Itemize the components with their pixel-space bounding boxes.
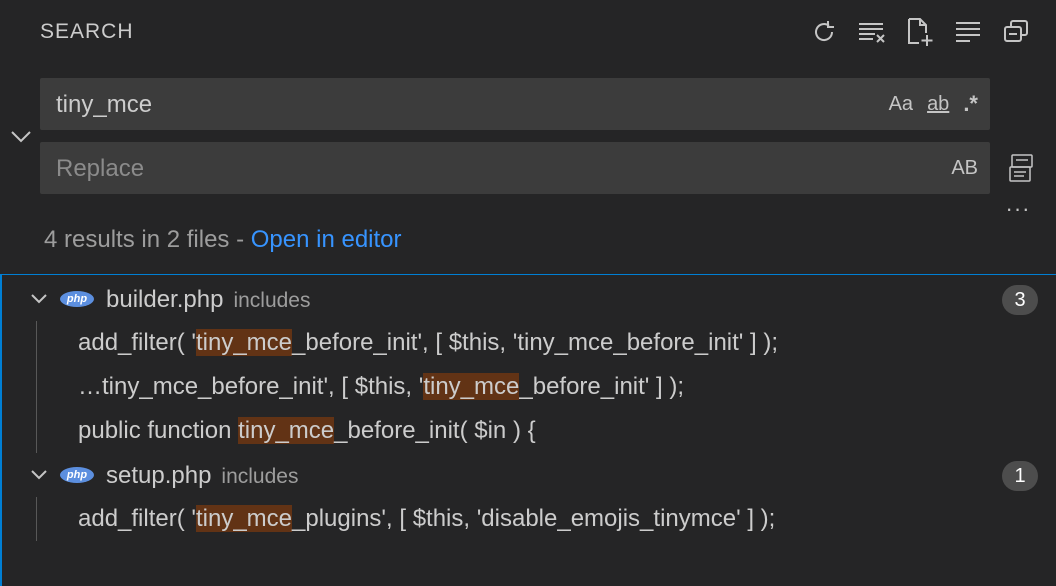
search-header: SEARCH xyxy=(0,0,1056,64)
search-field: Aa ab .* xyxy=(40,78,990,132)
match-pre: public function xyxy=(78,417,239,444)
match-post: _before_init' ] ); xyxy=(519,373,685,400)
search-options: Aa ab .* xyxy=(885,78,982,130)
clear-results-icon[interactable] xyxy=(854,14,890,50)
match-highlight: tiny_mce xyxy=(238,417,335,444)
match-count-badge: 3 xyxy=(1002,285,1038,315)
match-post: _before_init( $in ) { xyxy=(334,417,536,444)
match-text: …tiny_mce_before_init', [ $this, 'tiny_m… xyxy=(78,373,684,401)
refresh-icon[interactable] xyxy=(806,14,842,50)
replace-field: AB xyxy=(40,142,990,196)
more-options-icon[interactable]: ··· xyxy=(1002,196,1034,221)
results-summary: 4 results in 2 files - Open in editor xyxy=(44,226,402,254)
match-row[interactable]: add_filter( 'tiny_mce_before_init', [ $t… xyxy=(2,321,1056,365)
collapse-all-icon[interactable] xyxy=(998,14,1034,50)
match-highlight: tiny_mce xyxy=(195,505,293,532)
file-row-builder[interactable]: php builder.php includes 3 xyxy=(2,277,1056,321)
match-highlight: tiny_mce xyxy=(195,329,293,356)
indent-guide xyxy=(36,365,37,409)
match-pre: add_filter( ' xyxy=(78,505,196,532)
match-row[interactable]: public function tiny_mce_before_init( $i… xyxy=(2,409,1056,453)
results-count-text: 4 results in 2 files - xyxy=(44,226,251,253)
match-highlight: tiny_mce xyxy=(423,373,520,400)
toggle-replace-chevron-icon[interactable] xyxy=(8,124,34,150)
results-tree: php builder.php includes 3 add_filter( 't… xyxy=(0,274,1056,586)
new-search-editor-icon[interactable] xyxy=(902,14,938,50)
file-dir: includes xyxy=(221,465,299,488)
match-pre: add_filter( ' xyxy=(78,329,196,356)
indent-guide xyxy=(36,321,37,365)
regex-toggle[interactable]: .* xyxy=(959,89,982,119)
match-text: add_filter( 'tiny_mce_plugins', [ $this,… xyxy=(78,505,775,533)
replace-all-icon[interactable] xyxy=(1003,150,1039,186)
panel-title: SEARCH xyxy=(40,20,134,43)
preserve-case-toggle[interactable]: AB xyxy=(947,155,982,182)
file-name: setup.php xyxy=(106,462,212,489)
chevron-down-icon[interactable] xyxy=(28,287,50,314)
indent-guide xyxy=(36,409,37,453)
header-actions xyxy=(806,14,1034,50)
match-text: add_filter( 'tiny_mce_before_init', [ $t… xyxy=(78,329,778,357)
match-case-toggle[interactable]: Aa xyxy=(885,91,917,118)
open-in-editor-link[interactable]: Open in editor xyxy=(251,226,402,253)
match-post: _plugins', [ $this, 'disable_emojis_tiny… xyxy=(292,505,776,532)
match-text: public function tiny_mce_before_init( $i… xyxy=(78,417,536,445)
file-label: builder.php includes xyxy=(106,286,311,314)
view-as-tree-icon[interactable] xyxy=(950,14,986,50)
file-name: builder.php xyxy=(106,286,224,313)
match-post: _before_init', [ $this, 'tiny_mce_before… xyxy=(292,329,779,356)
php-file-icon: php xyxy=(60,467,94,483)
match-pre: …tiny_mce_before_init', [ $this, ' xyxy=(78,373,424,400)
search-input[interactable] xyxy=(54,78,878,132)
file-dir: includes xyxy=(233,289,311,312)
replace-options: AB xyxy=(947,142,982,194)
chevron-down-icon[interactable] xyxy=(28,463,50,490)
whole-word-toggle[interactable]: ab xyxy=(923,91,953,118)
indent-guide xyxy=(36,497,37,541)
match-count-badge: 1 xyxy=(1002,461,1038,491)
replace-input[interactable] xyxy=(54,142,878,196)
php-file-icon: php xyxy=(60,291,94,307)
file-label: setup.php includes xyxy=(106,462,298,490)
file-row-setup[interactable]: php setup.php includes 1 xyxy=(2,453,1056,497)
match-row[interactable]: …tiny_mce_before_init', [ $this, 'tiny_m… xyxy=(2,365,1056,409)
match-row[interactable]: add_filter( 'tiny_mce_plugins', [ $this,… xyxy=(2,497,1056,541)
